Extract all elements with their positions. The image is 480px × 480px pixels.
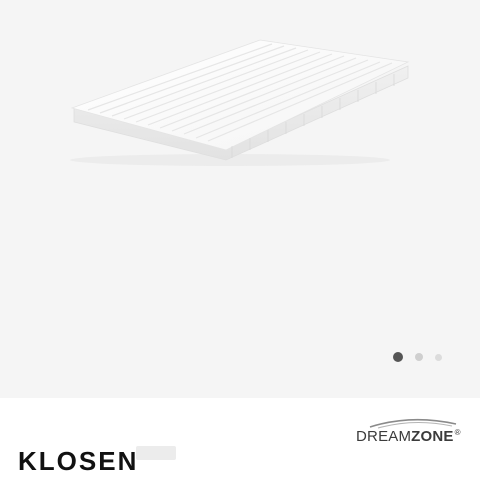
brand-name: DREAMZONE® [356,428,461,445]
pagination-dot[interactable] [415,353,423,361]
brand-name-bold: ZONE [411,428,454,445]
product-image[interactable] [0,0,480,398]
image-pagination [393,352,442,362]
pagination-dot[interactable] [435,353,442,361]
product-badge [136,446,176,460]
product-title: KLOSEN [18,446,139,476]
product-image-gallery[interactable] [0,0,480,398]
brand-name-light: DREAM [356,428,412,445]
dreamzone-logo[interactable]: DREAMZONE® [352,416,468,450]
product-info: DREAMZONE® KLOSEN [0,398,480,480]
registered-mark: ® [454,428,461,437]
pagination-dot-active[interactable] [393,352,403,362]
